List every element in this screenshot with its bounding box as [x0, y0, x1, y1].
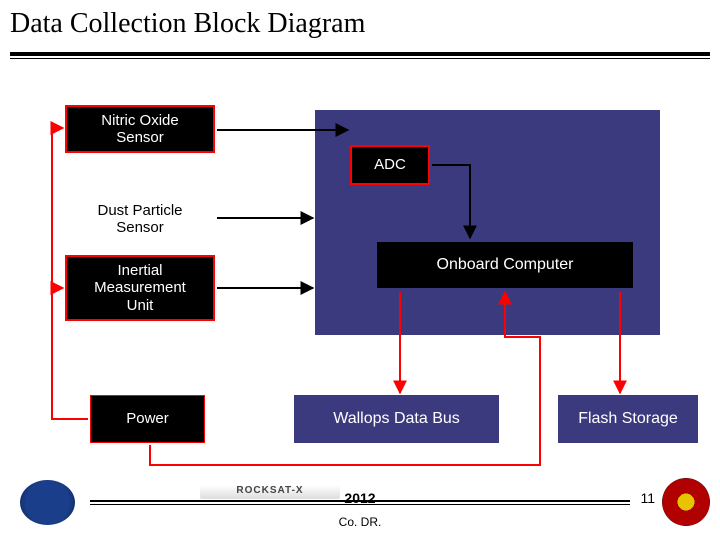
title-rule-thin: [10, 58, 710, 59]
footer-rule: [90, 500, 630, 502]
block-onboard-computer: Onboard Computer: [375, 240, 635, 290]
block-imu: InertialMeasurementUnit: [65, 255, 215, 321]
footer-subtitle: Co. DR.: [0, 515, 720, 529]
footer-rule-thin: [90, 504, 630, 505]
block-nitric-oxide-sensor: Nitric OxideSensor: [65, 105, 215, 153]
wff-logo-icon: [662, 478, 710, 526]
page-title: Data Collection Block Diagram: [10, 8, 365, 40]
block-adc: ADC: [350, 145, 430, 185]
block-wallops-data-bus: Wallops Data Bus: [294, 395, 499, 443]
page-number: 11: [640, 490, 655, 506]
computer-panel: [315, 110, 660, 335]
block-dust-particle-sensor: Dust ParticleSensor: [65, 195, 215, 243]
block-power: Power: [90, 395, 205, 443]
title-rule: [10, 52, 710, 56]
block-flash-storage: Flash Storage: [558, 395, 698, 443]
